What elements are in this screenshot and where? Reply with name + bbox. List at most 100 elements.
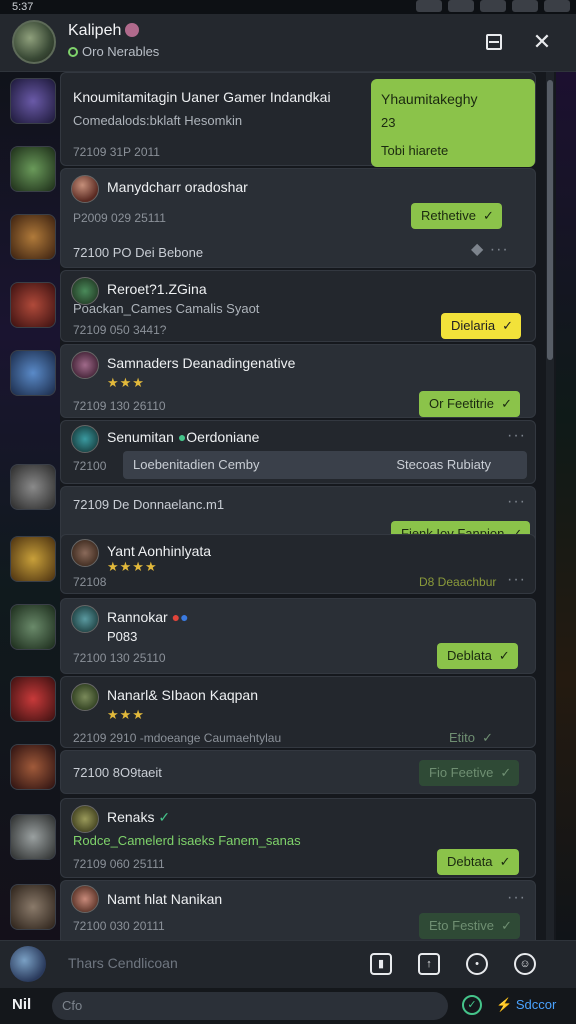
composer-bar: Thars Cendlicoan ▮ ↑ • ☺ xyxy=(0,940,576,988)
message-meta: 72109 060 25111 xyxy=(73,857,165,871)
message-card[interactable]: Namt hlat Nanikan ··· 72100 030 20111 Et… xyxy=(60,880,536,940)
reaction-pill[interactable]: Fio Feetive ✓ xyxy=(419,760,520,786)
message-author: Manydcharr oradoshar xyxy=(107,179,248,195)
bubble-label: Tobi hiarete xyxy=(381,143,449,158)
message-author: Renaks ✓ xyxy=(107,809,171,825)
rating-stars: ★★★ xyxy=(107,375,145,390)
upload-button[interactable]: ↑ xyxy=(418,953,440,975)
reaction-pill[interactable]: Rethetive ✓ xyxy=(411,203,502,229)
game-avatar[interactable] xyxy=(10,464,56,510)
quoted-message[interactable]: Loebenitadien Cemby Stecoas Rubiaty xyxy=(123,451,527,479)
bottom-bar: Nil Cfo ✓ ⚡ Sdccor xyxy=(0,988,576,1024)
game-avatar[interactable] xyxy=(10,536,56,582)
message-card[interactable]: Knoumitamitagin Uaner Gamer Indandkai Co… xyxy=(60,72,536,167)
close-icon: ✕ xyxy=(532,29,552,54)
message-card[interactable]: Senumitan ●Oerdoniane ··· 72100 Loebenit… xyxy=(60,420,536,484)
message-author: Reroet?1.ZGina xyxy=(107,281,207,297)
confirm-button[interactable]: ✓ xyxy=(462,995,482,1015)
check-circle-icon: ✓ xyxy=(467,999,477,1011)
message-input[interactable]: Thars Cendlicoan xyxy=(68,955,178,971)
message-card[interactable]: 72100 8O9taeit Fio Feetive ✓ xyxy=(60,750,536,794)
message-author: Samnaders Deanadingenative xyxy=(107,355,296,371)
rating-stars: ★★★★ xyxy=(107,559,158,574)
user-avatar[interactable] xyxy=(71,805,99,833)
reaction-pill[interactable]: Deblata ✓ xyxy=(437,643,518,669)
message-card[interactable]: Yant Aonhinlyata ★★★★ 72108 D8 Deaachbur… xyxy=(60,534,536,594)
status-bar: 5:37 xyxy=(0,0,576,14)
message-list[interactable]: Knoumitamitagin Uaner Gamer Indandkai Co… xyxy=(60,72,544,940)
user-avatar[interactable] xyxy=(71,885,99,913)
check-icon: ✓ xyxy=(501,918,513,933)
more-options-icon[interactable]: ··· xyxy=(507,571,526,589)
game-avatar[interactable] xyxy=(10,146,56,192)
game-avatar[interactable] xyxy=(10,214,56,260)
reaction-pill[interactable]: Etito ✓ xyxy=(439,725,501,751)
check-icon: ✓ xyxy=(499,854,511,869)
more-options-icon[interactable]: ··· xyxy=(507,889,526,907)
message-text: P083 xyxy=(107,629,138,644)
message-card[interactable]: Rannokar ●● P083 72100 130 25110 Deblata… xyxy=(60,598,536,674)
message-card[interactable]: Reroet?1.ZGina Poackan_Cames Camalis Sya… xyxy=(60,270,536,342)
message-row: 72100 8O9taeit xyxy=(73,765,162,780)
reaction-pill[interactable]: Dielaria ✓ xyxy=(441,313,522,339)
message-card[interactable]: Nanarl& SIbaon Kaqpan ★★★ 22109 2910 -md… xyxy=(60,676,536,748)
message-card[interactable]: Renaks ✓ Rodce_Camelerd isaeks Fanem_san… xyxy=(60,798,536,878)
self-avatar[interactable] xyxy=(10,946,46,982)
message-meta: 22109 2910 -mdoeange Caumaehtylau xyxy=(73,731,282,745)
attach-button[interactable]: ▮ xyxy=(370,953,392,975)
more-options-icon[interactable]: ◆ ··· xyxy=(471,239,509,259)
game-avatar[interactable] xyxy=(10,884,56,930)
game-avatar[interactable] xyxy=(10,282,56,328)
message-card[interactable]: Samnaders Deanadingenative ★★★ 72109 130… xyxy=(60,344,536,418)
attach-icon: ▮ xyxy=(377,958,385,970)
send-button[interactable]: ⚡ Sdccor xyxy=(496,997,556,1013)
close-button[interactable]: ✕ xyxy=(530,30,554,54)
game-avatar[interactable] xyxy=(10,78,56,124)
message-card[interactable]: Manydcharr oradoshar P2009 029 25111 Ret… xyxy=(60,168,536,268)
game-avatar[interactable] xyxy=(10,350,56,396)
message-text: Rodce_Camelerd isaeks Fanem_sanas xyxy=(73,833,301,848)
location-button[interactable]: • xyxy=(466,953,488,975)
check-icon: ✓ xyxy=(498,648,510,663)
message-meta: 72109 130 26110 xyxy=(73,399,166,413)
reaction-pill[interactable]: Debtata ✓ xyxy=(437,849,519,875)
emoji-icon: ☺ xyxy=(519,958,531,970)
user-avatar[interactable] xyxy=(71,539,99,567)
game-avatar[interactable] xyxy=(10,744,56,790)
message-title: Knoumitamitagin Uaner Gamer Indandkai xyxy=(73,89,331,105)
user-avatar[interactable] xyxy=(71,605,99,633)
user-avatar[interactable] xyxy=(71,425,99,453)
message-meta: 72108 xyxy=(73,575,107,589)
message-text: Poackan_Cames Camalis Syaot xyxy=(73,301,260,316)
chat-header: Kalipeh Oro Nerables ✕ xyxy=(0,14,576,72)
bubble-count: 23 xyxy=(381,115,396,130)
reply-bubble[interactable]: Yhaumitakeghy 23 Tobi hiarete xyxy=(371,79,535,167)
game-avatar[interactable] xyxy=(10,604,56,650)
compose-field[interactable]: Cfo xyxy=(52,992,448,1020)
user-avatar[interactable] xyxy=(71,351,99,379)
message-meta: 72100 xyxy=(73,459,107,473)
reaction-pill[interactable]: Eto Festive ✓ xyxy=(419,913,521,939)
more-options-icon[interactable]: ··· xyxy=(507,493,526,511)
message-meta: 72109 050 3441? xyxy=(73,323,167,337)
more-options-icon[interactable]: ··· xyxy=(507,427,526,445)
online-status-icon xyxy=(68,47,78,57)
app-logo: Nil xyxy=(12,996,32,1013)
rating-stars: ★★★ xyxy=(107,707,145,722)
reaction-pill[interactable]: Or Feetitrie ✓ xyxy=(419,391,521,417)
scrollbar-thumb[interactable] xyxy=(547,80,553,360)
user-avatar[interactable] xyxy=(71,683,99,711)
game-avatar[interactable] xyxy=(10,814,56,860)
edge-decoration xyxy=(556,72,576,940)
menu-button[interactable] xyxy=(482,30,506,54)
message-meta: 72109 31P 2011 xyxy=(73,145,160,159)
message-status: D8 Deaachbur xyxy=(419,575,497,589)
game-avatar[interactable] xyxy=(10,676,56,722)
chat-avatar[interactable] xyxy=(12,20,56,64)
user-avatar[interactable] xyxy=(71,175,99,203)
emoji-button[interactable]: ☺ xyxy=(514,953,536,975)
message-meta: P2009 029 25111 xyxy=(73,211,166,225)
message-author: Yant Aonhinlyata xyxy=(107,543,212,559)
chat-title: Kalipeh xyxy=(68,22,140,40)
check-icon: ✓ xyxy=(483,208,494,223)
